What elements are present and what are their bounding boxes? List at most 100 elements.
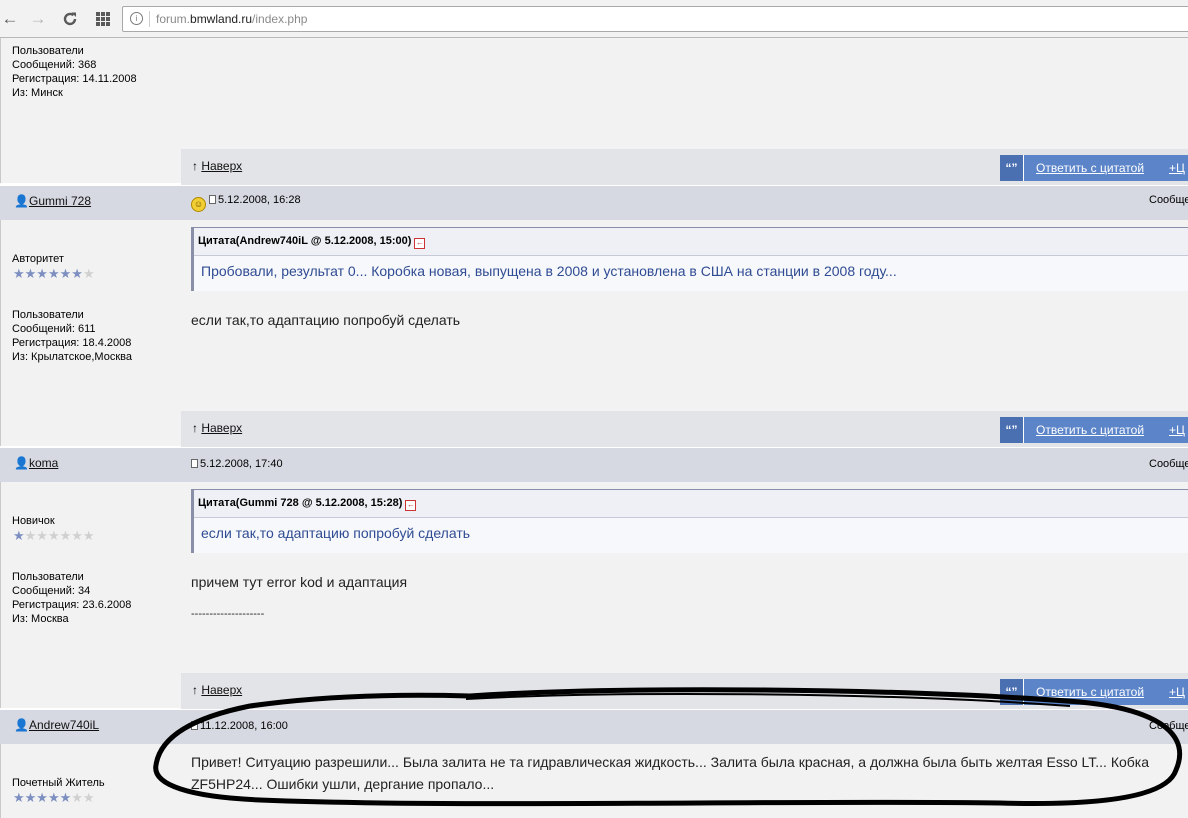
quote-icon[interactable]: “” [1000, 417, 1024, 443]
url-host: bmwland.ru [190, 12, 253, 26]
author-messages: Сообщений: 368 [12, 59, 97, 71]
to-top-label[interactable]: Наверх [201, 159, 242, 173]
author-stats: Пользователи Сообщений: 368 Регистрация:… [12, 44, 137, 100]
reply-with-quote-button[interactable]: Ответить с цитатой [1036, 685, 1144, 699]
author-messages: Сообщений: 34 [12, 585, 91, 597]
post-text: причем тут error kod и адаптация [191, 574, 408, 590]
author-name[interactable]: Andrew740iL [29, 718, 99, 732]
quote-block: Цитата(Andrew740iL @ 5.12.2008, 15:00) ← … [191, 227, 1188, 291]
author-from: Из: Минск [12, 87, 63, 99]
quote-body: если так,то адаптацию попробуй сделать [194, 517, 1188, 553]
to-top-link[interactable]: ↑ Наверх [192, 159, 242, 173]
rank-stars: ★★★★★★★ [13, 266, 95, 281]
rank-stars: ★★★★★★★ [13, 528, 95, 543]
rank-stars: ★★★★★★★ [13, 790, 95, 805]
quote-header: Цитата(Andrew740iL @ 5.12.2008, 15:00) ← [198, 235, 426, 249]
apps-icon[interactable] [93, 9, 113, 29]
post-date: 5.12.2008, 17:40 [191, 458, 283, 470]
multiquote-button[interactable]: +Ц [1169, 423, 1185, 437]
post-date-text: 11.12.2008, 16:00 [200, 720, 288, 732]
author-from: Из: Москва [12, 613, 69, 625]
post-text: Привет! Ситуацию разрешили... Была залит… [191, 751, 1149, 795]
go-to-quote-icon[interactable]: ← [414, 238, 426, 249]
quote-header-text: Цитата(Gummi 728 @ 5.12.2008, 15:28) [198, 497, 403, 509]
quote-icon[interactable]: “” [1000, 155, 1024, 181]
author-group: Пользователи [12, 309, 84, 321]
message-label: Сообще [1149, 194, 1188, 206]
reply-buttons: “” Ответить с цитатой +Ц [1000, 679, 1188, 705]
address-divider [149, 11, 150, 27]
reply-buttons: “” Ответить с цитатой +Ц [1000, 417, 1188, 443]
post-toolbar: ↑ Наверх “” Ответить с цитатой +Ц [181, 673, 1188, 709]
go-to-quote-icon[interactable]: ← [405, 500, 417, 511]
post-doc-icon[interactable] [191, 459, 198, 468]
message-label: Сообще [1149, 720, 1188, 732]
post-author[interactable]: 👤koma [14, 456, 58, 470]
post-text-line: ZF5HP24... Ошибки ушли, дергание пропало… [191, 776, 495, 792]
to-top-link[interactable]: ↑ Наверх [192, 421, 242, 435]
quote-header-text: Цитата(Andrew740iL @ 5.12.2008, 15:00) [198, 235, 412, 247]
user-icon: 👤 [14, 456, 29, 470]
quote-icon[interactable]: “” [1000, 679, 1024, 705]
signature-separator: -------------------- [191, 608, 265, 620]
url-text[interactable]: forum.bmwland.ru/index.php [156, 12, 307, 26]
post-author[interactable]: 👤Gummi 728 [14, 194, 91, 208]
url-path: /index.php [252, 12, 308, 26]
post-toolbar: ↑ Наверх “” Ответить с цитатой +Ц [181, 411, 1188, 447]
browser-toolbar: ← → i forum.bmwland.ru/index.php [0, 0, 1188, 38]
author-registered: Регистрация: 23.6.2008 [12, 599, 132, 611]
to-top-label[interactable]: Наверх [201, 421, 242, 435]
quote-block: Цитата(Gummi 728 @ 5.12.2008, 15:28) ← ес… [191, 489, 1188, 553]
quote-body: Пробовали, результат 0... Коробка новая,… [194, 255, 1188, 291]
back-icon[interactable]: ← [0, 9, 20, 29]
to-top-label[interactable]: Наверх [201, 683, 242, 697]
post-author[interactable]: 👤Andrew740iL [14, 718, 99, 732]
post-doc-icon[interactable] [191, 721, 198, 730]
post-body [181, 38, 1188, 149]
post-author-panel: Пользователи Сообщений: 368 Регистрация:… [0, 38, 181, 183]
author-name[interactable]: koma [29, 456, 58, 470]
message-label: Сообще [1149, 458, 1188, 470]
author-name[interactable]: Gummi 728 [29, 194, 91, 208]
url-host-prefix: forum. [156, 12, 191, 26]
author-rank: Авторитет [12, 253, 64, 265]
author-rank: Почетный Житель [12, 777, 105, 789]
author-registered: Регистрация: 18.4.2008 [12, 337, 132, 349]
post-header: 👤koma 5.12.2008, 17:40 Сообще [0, 448, 1188, 482]
post-author-panel: Авторитет ★★★★★★★ Пользователи Сообщений… [0, 220, 181, 446]
user-icon: 👤 [14, 194, 29, 208]
reload-icon[interactable] [60, 9, 80, 29]
site-info-icon[interactable]: i [130, 12, 143, 25]
forward-icon[interactable]: → [28, 9, 48, 29]
post-text-line: Привет! Ситуацию разрешили... Была залит… [191, 754, 1150, 770]
post-date: 11.12.2008, 16:00 [191, 720, 288, 732]
author-stats: Пользователи Сообщений: 34 Регистрация: … [12, 570, 131, 626]
quote-header: Цитата(Gummi 728 @ 5.12.2008, 15:28) ← [198, 497, 417, 511]
author-group: Пользователи [12, 45, 84, 57]
author-rank: Новичок [12, 515, 55, 527]
smiley-icon: ☺ [191, 197, 206, 212]
author-group: Пользователи [12, 571, 84, 583]
post-author-panel: Почетный Житель ★★★★★★★ [0, 744, 181, 818]
post-header: 👤Gummi 728 ☺ 5.12.2008, 16:28 Сообще [0, 186, 1188, 220]
post-doc-icon[interactable] [209, 195, 216, 204]
post-toolbar: ↑ Наверх “” Ответить с цитатой +Ц [181, 149, 1188, 185]
reply-with-quote-button[interactable]: Ответить с цитатой [1036, 161, 1144, 175]
post-text: если так,то адаптацию попробуй сделать [191, 312, 461, 328]
multiquote-button[interactable]: +Ц [1169, 685, 1185, 699]
post-date-text: 5.12.2008, 16:28 [218, 194, 301, 206]
quote-text: если так,то адаптацию попробуй сделать [201, 525, 471, 541]
author-stats: Пользователи Сообщений: 611 Регистрация:… [12, 308, 132, 364]
user-icon: 👤 [14, 718, 29, 732]
address-bar[interactable]: i forum.bmwland.ru/index.php [122, 6, 1188, 32]
post-author-panel: Новичок ★★★★★★★ Пользователи Сообщений: … [0, 482, 181, 708]
quote-text: Пробовали, результат 0... Коробка новая,… [201, 263, 897, 279]
reply-with-quote-button[interactable]: Ответить с цитатой [1036, 423, 1144, 437]
author-registered: Регистрация: 14.11.2008 [12, 73, 137, 85]
author-from: Из: Крылатское,Москва [12, 351, 132, 363]
post-header: 👤Andrew740iL 11.12.2008, 16:00 Сообще [0, 710, 1188, 744]
post-date: ☺ 5.12.2008, 16:28 [191, 194, 301, 212]
multiquote-button[interactable]: +Ц [1169, 161, 1185, 175]
author-messages: Сообщений: 611 [12, 323, 96, 335]
to-top-link[interactable]: ↑ Наверх [192, 683, 242, 697]
